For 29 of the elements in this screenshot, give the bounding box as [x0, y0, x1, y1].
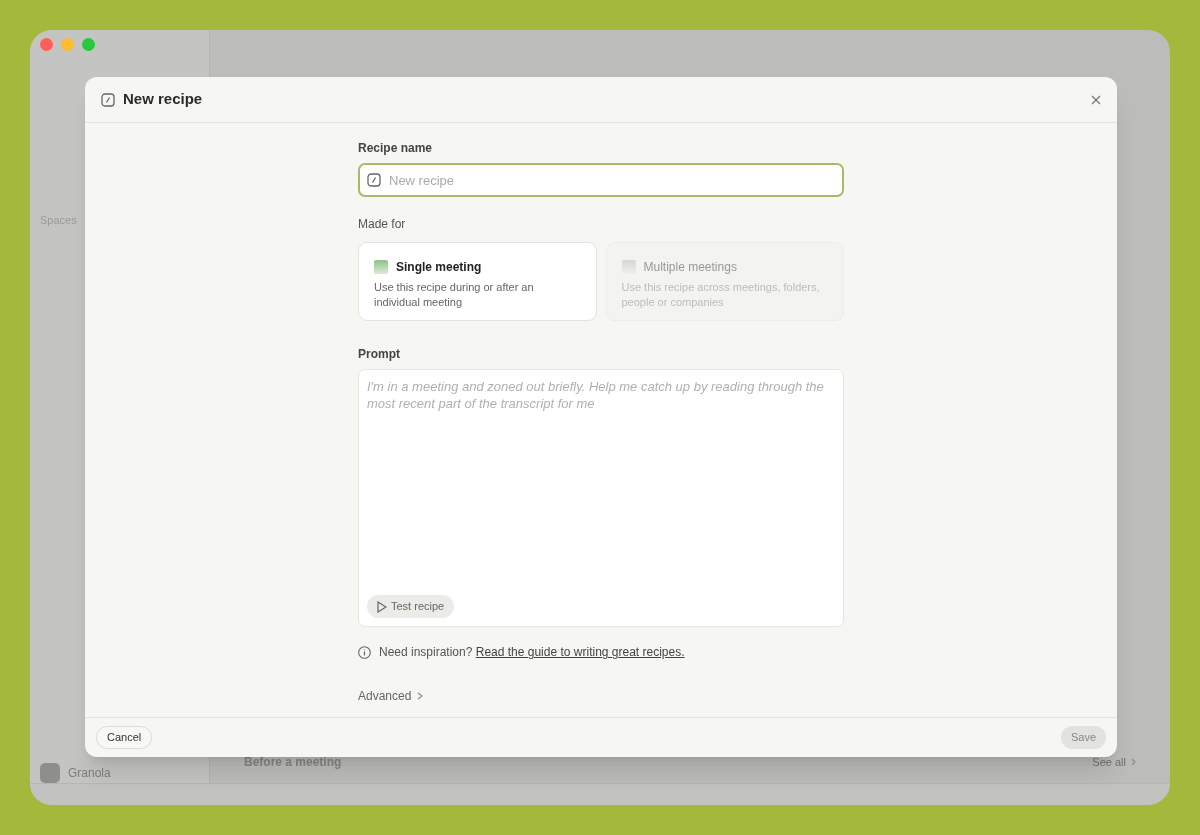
- workspace-icon: [40, 763, 60, 783]
- info-icon: [358, 645, 371, 659]
- recipe-icon: [101, 92, 115, 107]
- hint-text: Need inspiration? Read the guide to writing great recipes.: [379, 644, 685, 661]
- prompt-field[interactable]: I'm in a meeting and zoned out briefly. Help me catch up by reading through the most recent part of the transcript for me Test recipe: [358, 369, 844, 627]
- chevron-icon: [417, 692, 424, 700]
- field-label: Made for: [358, 216, 407, 233]
- option-title: Multiple meetings: [643, 259, 737, 276]
- recipe-icon: [367, 173, 381, 187]
- dialog-title: New recipe: [123, 89, 203, 110]
- field-label: Recipe name: [358, 140, 434, 157]
- advanced-toggle[interactable]: Advanced: [358, 687, 424, 705]
- cancel-button[interactable]: Cancel: [96, 726, 153, 749]
- play-icon: [377, 600, 387, 613]
- chevron-icon: [1131, 758, 1136, 766]
- close-window-icon[interactable]: [40, 37, 53, 51]
- guide-link[interactable]: Read the guide to writing great recipes.: [475, 645, 685, 659]
- option-description: Use this recipe during or after an individual meeting: [374, 280, 535, 310]
- stack-icon: [621, 260, 636, 274]
- close-icon[interactable]: [1091, 94, 1101, 105]
- option-title: Single meeting: [396, 259, 482, 276]
- recipe-name-field[interactable]: New recipe: [358, 163, 844, 197]
- zoom-window-icon[interactable]: [82, 37, 95, 51]
- tile-icon: [374, 260, 388, 274]
- minimize-window-icon[interactable]: [61, 37, 74, 51]
- field-label: Prompt: [358, 346, 401, 363]
- option-card[interactable]: Single meeting Use this recipe during or after an individual meeting: [358, 242, 597, 321]
- see-all-link[interactable]: See all: [1092, 753, 1126, 771]
- test-recipe-button[interactable]: Test recipe: [367, 595, 455, 618]
